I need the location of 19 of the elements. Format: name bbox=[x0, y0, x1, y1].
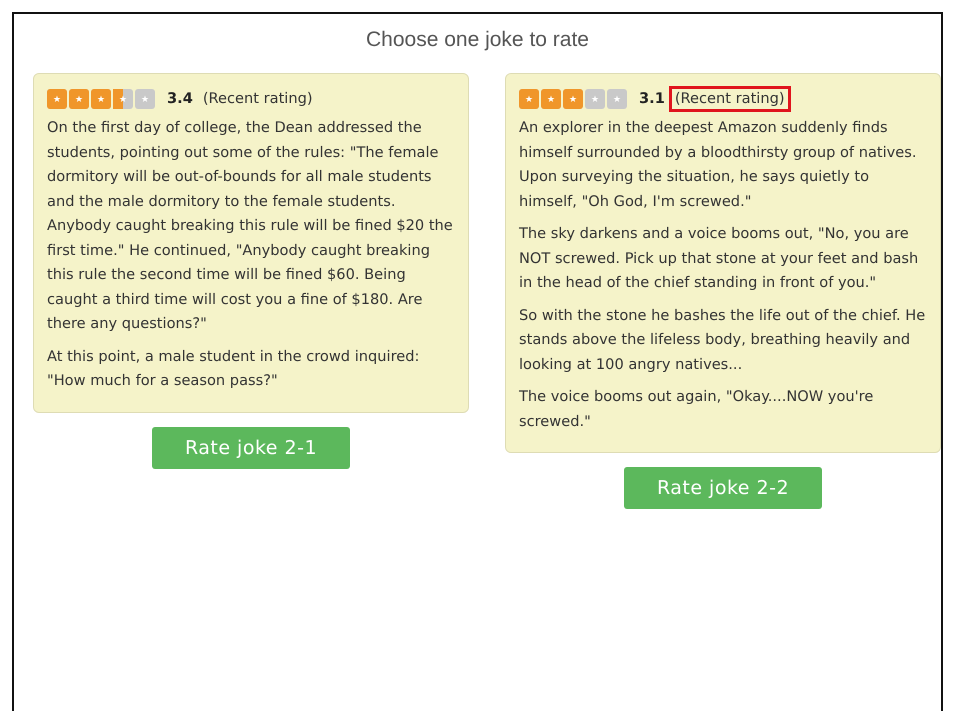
star-icon bbox=[563, 89, 583, 109]
joke-paragraph: On the first day of college, the Dean addressed the students, pointing out some of the rules: "The female dormitory will be out-of-bounds for all male students and the male dormitory to the female students. Anybody caught breaking this rule will be fined $20 the first time." He continued, "Anybody caught breaking this rule the second time will be fined $60. Being caught a third time will cost you a fine of $180. Are there any questions?" bbox=[47, 118, 454, 334]
star-icon bbox=[541, 89, 561, 109]
joke-paragraph: An explorer in the deepest Amazon suddenly finds himself surrounded by a bloodthirsty group of natives. Upon surveying the situation, he says quietly to himself, "Oh God, I'm screwed." bbox=[519, 118, 918, 212]
rate-button[interactable]: Rate joke 2-1 bbox=[152, 426, 350, 468]
rating-score: 3.1 bbox=[639, 88, 665, 109]
star-icon bbox=[91, 89, 111, 109]
star-icon bbox=[519, 89, 539, 109]
joke-paragraph: So with the stone he bashes the life out of the chief. He stands above the lifeless body, breathing heavily and looking at 100 angry natives... bbox=[519, 306, 926, 374]
rating-score: 3.4 bbox=[167, 88, 193, 109]
joke-paragraph: At this point, a male student in the crowd inquired: "How much for a season pass?" bbox=[47, 346, 420, 391]
rate-button[interactable]: Rate joke 2-2 bbox=[624, 467, 822, 509]
star-icon bbox=[69, 89, 89, 109]
rating-label: (Recent rating) bbox=[202, 89, 314, 109]
joke-paragraph: The sky darkens and a voice booms out, "No, you are NOT screwed. Pick up that stone at your feet and bash in the head of the chief standing in front of you." bbox=[519, 224, 920, 293]
rating-label: (Recent rating) bbox=[668, 86, 791, 112]
star-icon bbox=[47, 89, 67, 109]
joke-paragraph: The voice booms out again, "Okay....NOW you're screwed." bbox=[519, 387, 874, 432]
page-title: Choose one joke to rate bbox=[365, 28, 590, 52]
